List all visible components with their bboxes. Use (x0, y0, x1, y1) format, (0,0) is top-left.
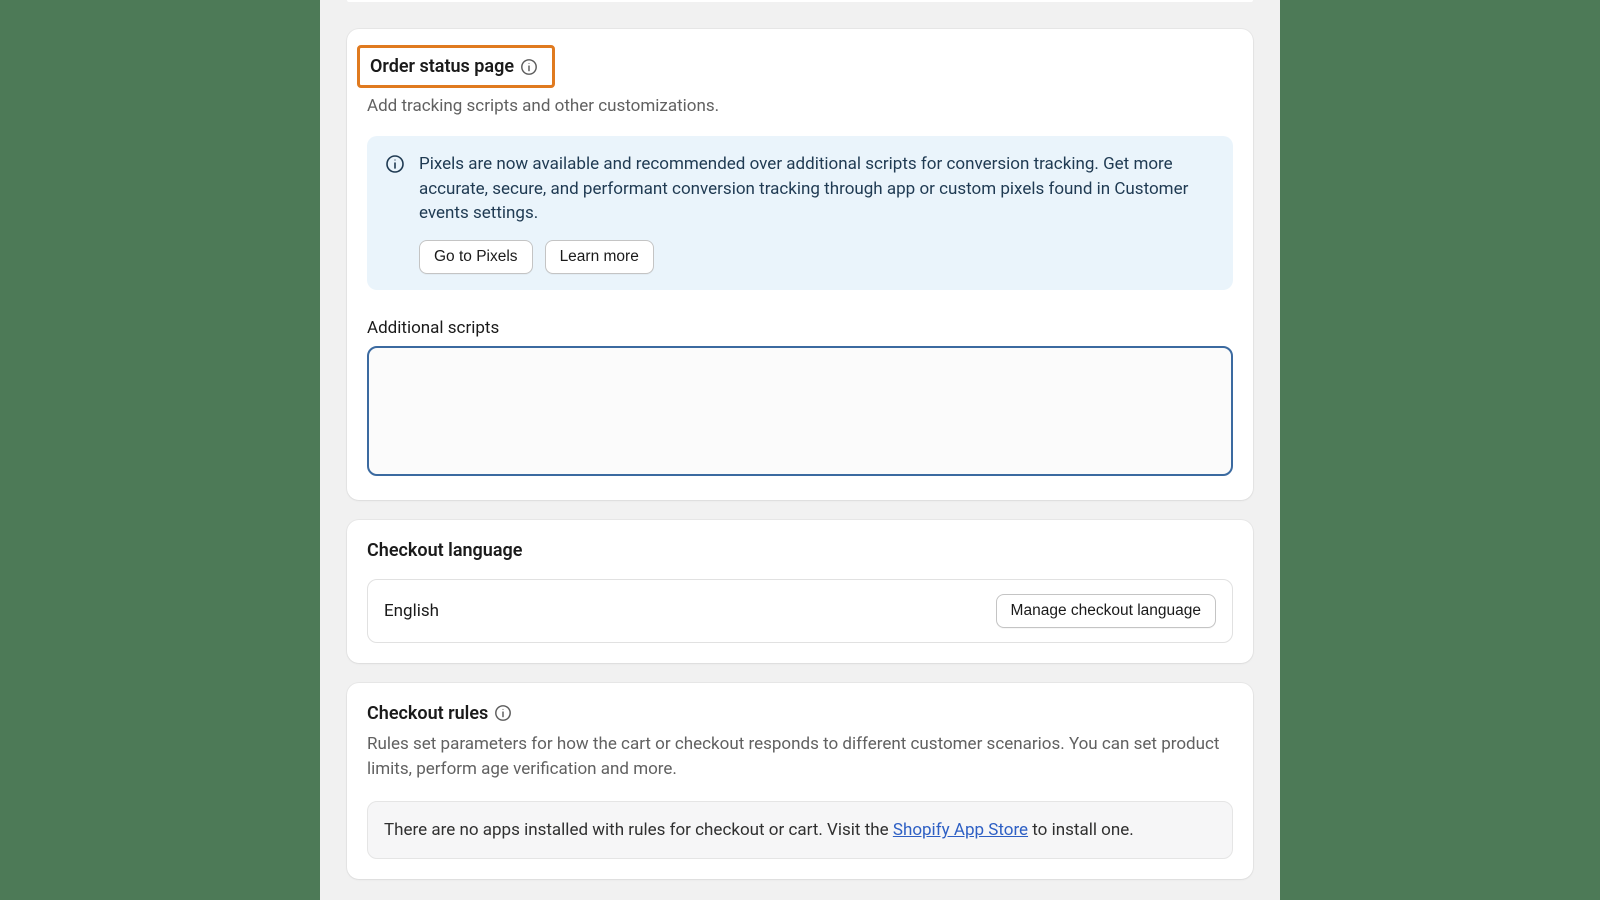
empty-text-prefix: There are no apps installed with rules f… (384, 820, 893, 840)
checkout-language-row: English Manage checkout language (367, 579, 1233, 643)
order-status-title-highlight: Order status page (357, 45, 555, 88)
checkout-rules-card: Checkout rules Rules set parameters for … (347, 683, 1253, 879)
order-status-header: Order status page (367, 49, 1233, 88)
settings-page: Order status page Add tracking scripts a… (320, 0, 1280, 900)
info-icon[interactable] (520, 58, 538, 76)
learn-more-button[interactable]: Learn more (545, 240, 654, 274)
shopify-app-store-link[interactable]: Shopify App Store (893, 820, 1028, 840)
order-status-subtitle: Add tracking scripts and other customiza… (367, 96, 1233, 116)
checkout-language-title: Checkout language (367, 540, 1233, 561)
pixels-banner-body: Pixels are now available and recommended… (419, 152, 1215, 274)
info-icon[interactable] (494, 704, 512, 722)
pixels-banner-actions: Go to Pixels Learn more (419, 240, 1215, 274)
order-status-card: Order status page Add tracking scripts a… (347, 29, 1253, 500)
manage-checkout-language-button[interactable]: Manage checkout language (996, 594, 1216, 628)
checkout-rules-title: Checkout rules (367, 703, 488, 724)
pixels-banner-text: Pixels are now available and recommended… (419, 152, 1215, 226)
order-status-title: Order status page (370, 56, 514, 77)
checkout-rules-description: Rules set parameters for how the cart or… (367, 732, 1233, 781)
previous-card-edge (347, 0, 1253, 2)
empty-text-suffix: to install one. (1028, 820, 1134, 840)
checkout-rules-header: Checkout rules (367, 703, 1233, 724)
checkout-language-card: Checkout language English Manage checkou… (347, 520, 1253, 663)
pixels-banner: Pixels are now available and recommended… (367, 136, 1233, 290)
info-icon (385, 154, 405, 174)
go-to-pixels-button[interactable]: Go to Pixels (419, 240, 533, 274)
checkout-rules-empty-state: There are no apps installed with rules f… (367, 801, 1233, 859)
additional-scripts-input[interactable] (367, 346, 1233, 476)
checkout-language-value: English (384, 601, 439, 621)
additional-scripts-label: Additional scripts (367, 318, 1233, 338)
